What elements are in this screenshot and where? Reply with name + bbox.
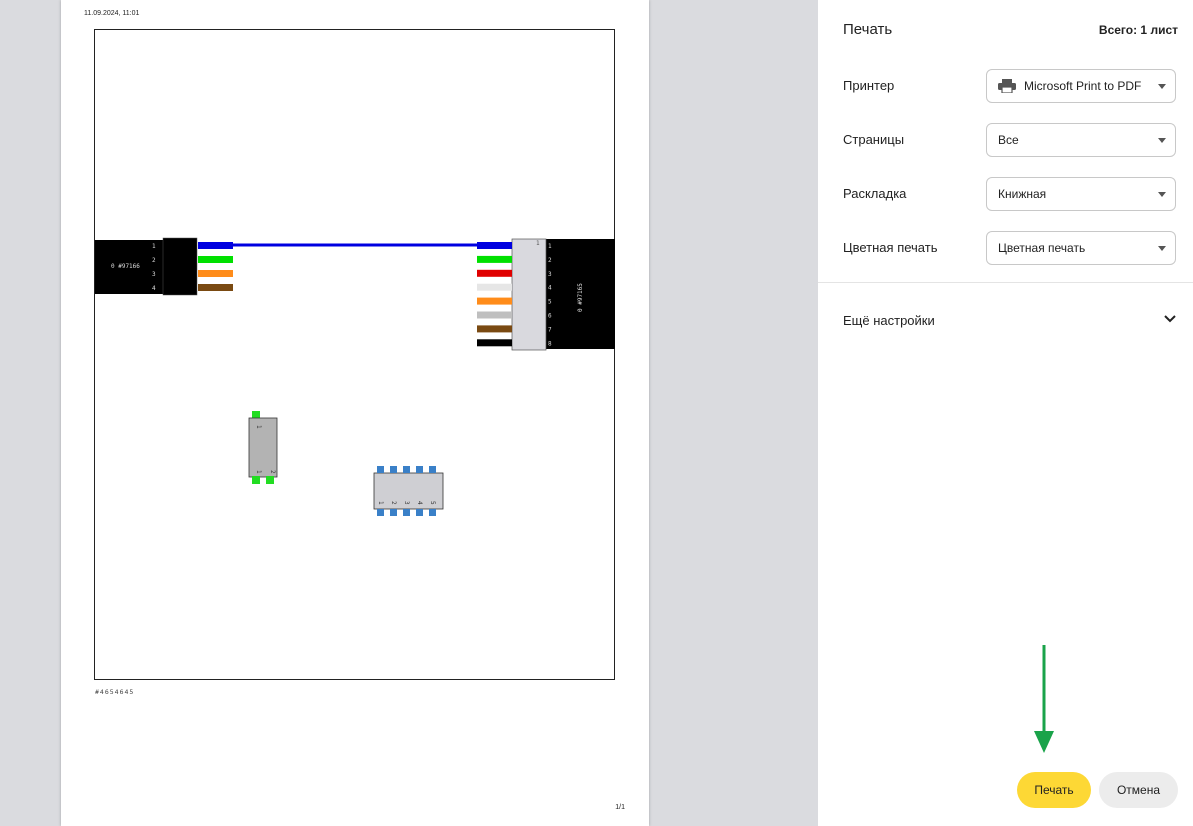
color-select[interactable]: Цветная печать bbox=[986, 231, 1176, 265]
small-component-pin-label: 1 bbox=[255, 470, 262, 474]
right-connector-plug bbox=[511, 238, 547, 351]
right-wire bbox=[477, 325, 512, 333]
chip-component-pin-label: 3 bbox=[403, 501, 410, 505]
chip-component-pin bbox=[390, 509, 397, 516]
printer-value: Microsoft Print to PDF bbox=[1024, 79, 1142, 93]
layout-label: Раскладка bbox=[843, 186, 907, 201]
layout-select[interactable]: Книжная bbox=[986, 177, 1176, 211]
right-pin-label: 4 bbox=[548, 285, 552, 292]
panel-title: Печать bbox=[843, 21, 893, 38]
chip-component-pin bbox=[377, 509, 384, 516]
right-pin-label: 2 bbox=[548, 257, 552, 264]
left-pin-label: 2 bbox=[152, 257, 156, 264]
document-code: #4654645 bbox=[95, 688, 135, 696]
left-connector-plug bbox=[162, 237, 198, 296]
left-pin-label: 1 bbox=[152, 243, 156, 250]
small-component-pin-label: 1 bbox=[255, 425, 262, 429]
right-pin-label: 5 bbox=[548, 299, 552, 306]
chevron-down-icon bbox=[1158, 138, 1166, 143]
pages-select[interactable]: Все bbox=[986, 123, 1176, 157]
right-pin-label: 7 bbox=[548, 326, 552, 333]
more-settings-toggle[interactable]: Ещё настройки bbox=[843, 312, 1178, 332]
right-wire bbox=[477, 297, 512, 305]
chip-component-pin bbox=[429, 466, 436, 473]
chip-component-pin bbox=[403, 509, 410, 516]
page-number: 1/1 bbox=[615, 804, 625, 811]
chip-component-pin bbox=[429, 509, 436, 516]
right-pin-label: 6 bbox=[548, 313, 552, 320]
print-button[interactable]: Печать bbox=[1017, 772, 1091, 808]
preview-sheet: 11.09.2024, 11:01 0 #97166 1 2 3 4 0 #97165 1 1… bbox=[61, 0, 649, 826]
wiring-diagram: 0 #97166 1 2 3 4 0 #97165 1 1 2 3 4 5 6 7 8 1 1 2 1 2 3 4 5 bbox=[95, 237, 615, 516]
divider bbox=[818, 282, 1193, 283]
chip-component-pin bbox=[403, 466, 410, 473]
chip-component-pin-label: 1 bbox=[377, 501, 384, 505]
right-pin-label: 3 bbox=[548, 271, 552, 278]
left-wire bbox=[198, 256, 233, 263]
cancel-button[interactable]: Отмена bbox=[1099, 772, 1178, 808]
chip-component-pin-label: 4 bbox=[416, 501, 423, 505]
pages-label: Страницы bbox=[843, 132, 905, 147]
right-pin-label: 8 bbox=[548, 340, 552, 347]
right-wire bbox=[477, 283, 512, 291]
chip-component-pin-label: 2 bbox=[390, 501, 397, 505]
chip-component-pin-label: 5 bbox=[429, 501, 436, 505]
left-pin-label: 3 bbox=[152, 271, 156, 278]
chip-component-pin bbox=[416, 509, 423, 516]
layout-value: Книжная bbox=[998, 187, 1047, 201]
printer-icon bbox=[998, 79, 1016, 93]
small-component-pin bbox=[252, 476, 260, 484]
right-wire bbox=[477, 311, 512, 319]
chip-component-pin bbox=[416, 466, 423, 473]
sheet-total: Всего: 1 лист bbox=[1098, 23, 1178, 37]
small-component-pin-label: 2 bbox=[269, 470, 276, 474]
small-component-pin bbox=[266, 476, 274, 484]
left-wire bbox=[198, 284, 233, 291]
right-wire bbox=[477, 339, 512, 347]
small-component-body bbox=[248, 417, 278, 478]
left-wire bbox=[198, 270, 233, 277]
arrow-down-icon bbox=[1034, 645, 1054, 753]
chevron-down-icon bbox=[1158, 246, 1166, 251]
printer-select[interactable]: Microsoft Print to PDF bbox=[986, 69, 1176, 103]
chevron-down-icon bbox=[1158, 84, 1166, 89]
right-wire bbox=[477, 255, 512, 263]
pages-value: Все bbox=[998, 133, 1019, 147]
chevron-down-icon bbox=[1164, 315, 1176, 323]
right-pin-label: 1 bbox=[548, 243, 552, 250]
print-settings-panel: Печать Всего: 1 лист Принтер Microsoft P… bbox=[818, 0, 1193, 826]
left-connector-label: 0 #97166 bbox=[111, 263, 140, 270]
right-plug-pin-label: 1 bbox=[536, 240, 540, 247]
printer-label: Принтер bbox=[843, 78, 895, 93]
chip-component-pin bbox=[390, 466, 397, 473]
chevron-down-icon bbox=[1158, 192, 1166, 197]
left-pin-label: 4 bbox=[152, 285, 156, 292]
print-preview-area: 11.09.2024, 11:01 0 #97166 1 2 3 4 0 #97165 1 1… bbox=[0, 0, 818, 826]
right-wire bbox=[477, 242, 512, 249]
right-connector-label: 0 #97165 bbox=[577, 283, 584, 312]
left-wire bbox=[198, 242, 233, 249]
right-wire bbox=[477, 269, 512, 277]
more-settings-label: Ещё настройки bbox=[843, 313, 935, 328]
chip-component-pin bbox=[377, 466, 384, 473]
color-label: Цветная печать bbox=[843, 240, 938, 255]
color-value: Цветная печать bbox=[998, 241, 1086, 255]
